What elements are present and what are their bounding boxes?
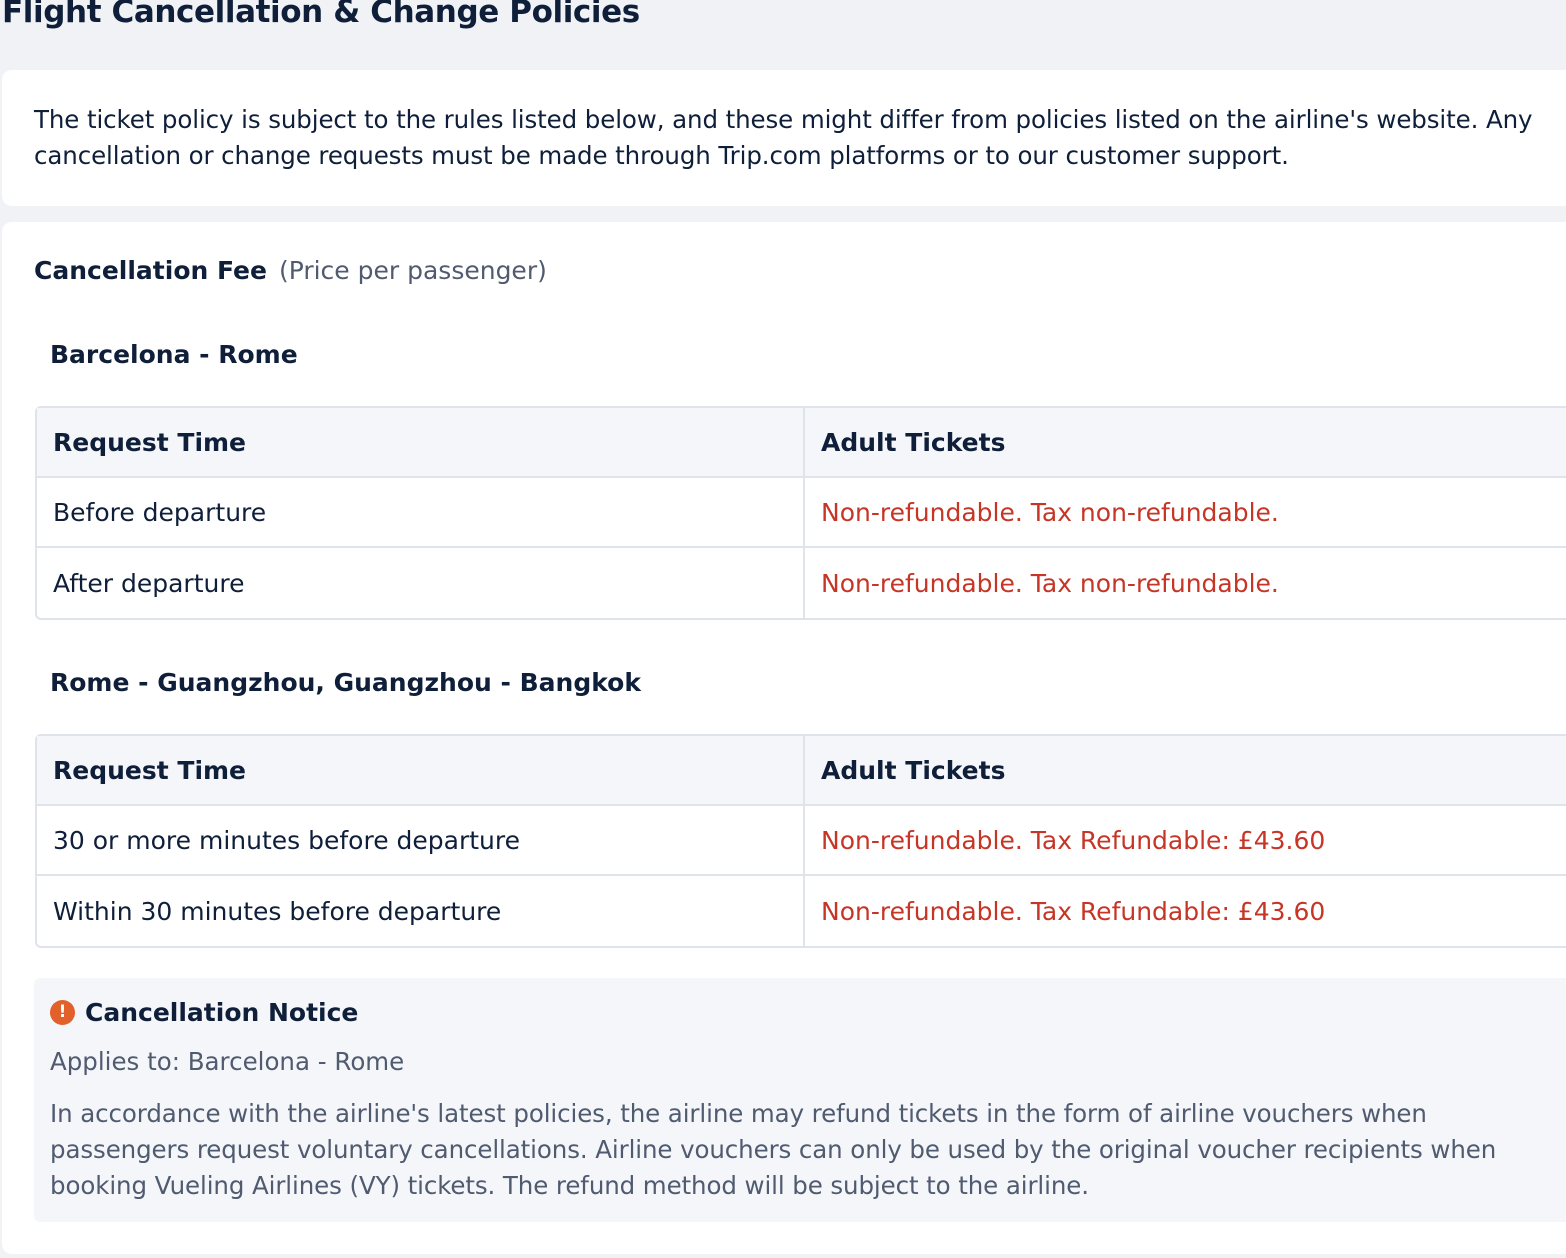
exclamation-circle-icon: ! (50, 999, 75, 1025)
route-title-rome-guangzhou-bangkok: Rome - Guangzhou, Guangzhou - Bangkok (50, 668, 641, 697)
intro-card: The ticket policy is subject to the rule… (2, 70, 1566, 206)
policy-table-rome-guangzhou-bangkok: Request Time Adult Tickets 30 or more mi… (35, 734, 1566, 948)
column-header-request-time: Request Time (37, 408, 805, 478)
adult-tickets-cell: Non-refundable. Tax non-refundable. (821, 568, 1279, 598)
cancellation-notice: ! Cancellation Notice Applies to: Barcel… (34, 978, 1566, 1222)
column-header-request-time: Request Time (37, 736, 805, 806)
route-title-barcelona-rome: Barcelona - Rome (50, 340, 298, 369)
table-row: After departure Non-refundable. Tax non-… (37, 548, 1566, 618)
intro-text: The ticket policy is subject to the rule… (34, 105, 1533, 170)
notice-body: In accordance with the airline's latest … (50, 1099, 1497, 1200)
request-time-cell: Within 30 minutes before departure (37, 876, 805, 946)
table-row: Before departure Non-refundable. Tax non… (37, 478, 1566, 548)
adult-tickets-cell: Non-refundable. Tax non-refundable. (805, 478, 1566, 548)
notice-applies-to: Applies to: Barcelona - Rome (50, 1047, 405, 1076)
column-header-adult-tickets: Adult Tickets (805, 408, 1566, 478)
policy-table-barcelona-rome: Request Time Adult Tickets Before depart… (35, 406, 1566, 620)
table-header-row: Request Time Adult Tickets (37, 408, 1566, 478)
cancellation-fee-heading: Cancellation Fee (Price per passenger) (34, 256, 547, 285)
cancellation-fee-title: Cancellation Fee (34, 256, 267, 285)
column-header-adult-tickets: Adult Tickets (805, 736, 1566, 806)
table-row: 30 or more minutes before departure Non-… (37, 806, 1566, 876)
notice-title: Cancellation Notice (85, 997, 359, 1027)
request-time-cell: Before departure (37, 478, 805, 548)
cancellation-fee-subtitle: (Price per passenger) (278, 256, 547, 285)
page-title: Flight Cancellation & Change Policies (2, 0, 640, 30)
request-time-cell: After departure (37, 548, 805, 618)
adult-tickets-cell: Non-refundable. Tax Refundable: £43.60 (821, 896, 1326, 926)
cancellation-fee-card: Cancellation Fee (Price per passenger) B… (2, 222, 1566, 1254)
adult-tickets-cell: Non-refundable. Tax Refundable: £43.60 (805, 806, 1566, 876)
request-time-cell: 30 or more minutes before departure (37, 806, 805, 876)
table-header-row: Request Time Adult Tickets (37, 736, 1566, 806)
table-row: Within 30 minutes before departure Non-r… (37, 876, 1566, 946)
notice-header: ! Cancellation Notice (50, 994, 1566, 1030)
policy-page: Flight Cancellation & Change Policies Th… (0, 0, 1566, 1258)
